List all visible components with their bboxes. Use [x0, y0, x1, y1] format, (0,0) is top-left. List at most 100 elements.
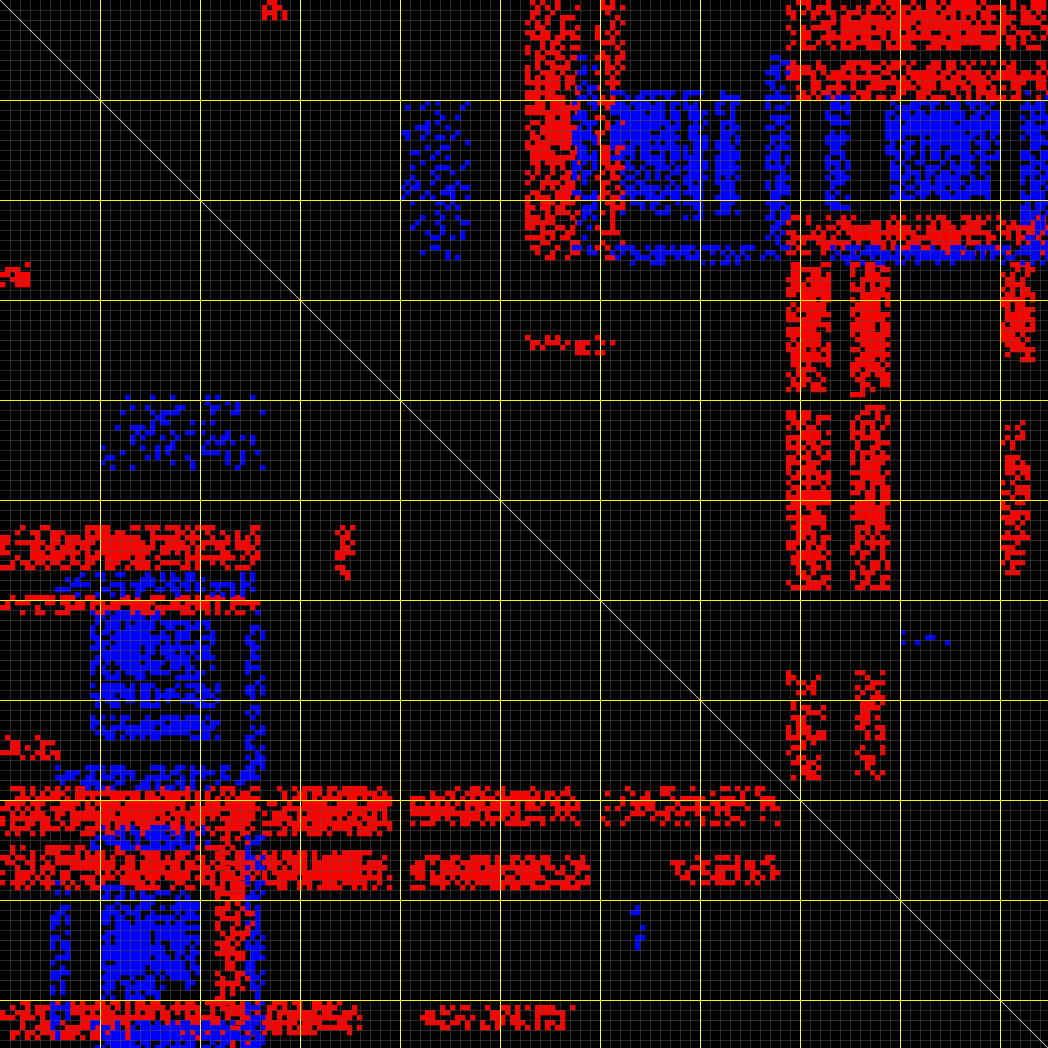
heatmap-cell: [110, 605, 116, 611]
heatmap-cell: [535, 160, 541, 166]
heatmap-cell: [175, 1020, 181, 1026]
heatmap-cell: [220, 545, 226, 551]
heatmap-cell: [870, 570, 876, 576]
heatmap-cell: [140, 850, 146, 856]
heatmap-cell: [75, 560, 81, 566]
heatmap-cell: [277, 1010, 283, 1016]
heatmap-cell: [20, 560, 26, 566]
heatmap-cell: [951, 80, 957, 86]
heatmap-cell: [125, 821, 131, 827]
heatmap-cell: [235, 811, 241, 817]
heatmap-cell: [145, 550, 151, 556]
heatmap-cell: [140, 605, 146, 611]
heatmap-cell: [115, 660, 121, 666]
heatmap-cell: [345, 575, 351, 581]
heatmap-cell: [225, 871, 231, 877]
heatmap-cell: [297, 860, 303, 866]
heatmap-cell: [855, 485, 861, 491]
heatmap-cell: [860, 312, 866, 318]
heatmap-cell: [440, 1025, 446, 1031]
heatmap-cell: [565, 880, 571, 886]
heatmap-cell: [220, 1030, 226, 1036]
heatmap-cell: [195, 545, 201, 551]
heatmap-cell: [560, 185, 566, 191]
heatmap-cell: [875, 277, 881, 283]
heatmap-cell: [490, 880, 496, 886]
heatmap-cell: [811, 327, 817, 333]
heatmap-cell: [317, 885, 323, 891]
heatmap-cell: [851, 70, 857, 76]
heatmap-cell: [125, 655, 131, 661]
heatmap-cell: [1011, 45, 1017, 51]
heatmap-cell: [155, 870, 161, 876]
heatmap-cell: [850, 420, 856, 426]
heatmap-cell: [971, 30, 977, 36]
heatmap-cell: [40, 811, 46, 817]
heatmap-cell: [855, 357, 861, 363]
heatmap-cell: [105, 655, 111, 661]
heatmap-cell: [135, 610, 141, 616]
heatmap-cell: [575, 860, 581, 866]
heatmap-cell: [225, 941, 231, 947]
heatmap-cell: [550, 60, 556, 66]
heatmap-cell: [991, 235, 997, 241]
heatmap-cell: [215, 683, 221, 689]
heatmap-cell: [505, 1005, 511, 1011]
heatmap-cell: [342, 821, 348, 827]
heatmap-cell: [851, 65, 857, 71]
heatmap-cell: [535, 245, 541, 251]
heatmap-cell: [357, 791, 363, 797]
heatmap-cell: [585, 340, 591, 346]
heatmap-cell: [525, 145, 531, 151]
heatmap-cell: [855, 510, 861, 516]
heatmap-cell: [860, 670, 866, 676]
heatmap-cell: [1025, 267, 1031, 273]
heatmap-cell: [225, 540, 231, 546]
heatmap-cell: [865, 322, 871, 328]
heatmap-cell: [60, 530, 66, 536]
heatmap-cell: [450, 855, 456, 861]
heatmap-cell: [90, 1035, 96, 1041]
heatmap-cell: [885, 362, 891, 368]
heatmap-cell: [535, 80, 541, 86]
heatmap-cell: [865, 460, 871, 466]
heatmap-cell: [40, 855, 46, 861]
heatmap-cell: [855, 715, 861, 721]
heatmap-cell: [40, 821, 46, 827]
heatmap-cell: [811, 342, 817, 348]
heatmap-cell: [860, 327, 866, 333]
heatmap-cell: [811, 505, 817, 511]
heatmap-cell: [615, 70, 621, 76]
heatmap-cell: [50, 750, 56, 756]
heatmap-cell: [931, 95, 937, 101]
heatmap-cell: [190, 683, 196, 689]
heatmap-cell: [725, 855, 731, 861]
heatmap-cell: [65, 1030, 71, 1036]
heatmap-cell: [811, 685, 817, 691]
heatmap-cell: [891, 215, 897, 221]
heatmap-cell: [595, 245, 601, 251]
heatmap-cell: [70, 801, 76, 807]
heatmap-cell: [55, 850, 61, 856]
heatmap-cell: [515, 880, 521, 886]
heatmap-cell: [175, 545, 181, 551]
heatmap-cell: [1010, 322, 1016, 328]
heatmap-cell: [465, 811, 471, 817]
heatmap-cell: [140, 565, 146, 571]
heatmap-cell: [535, 55, 541, 61]
heatmap-cell: [870, 352, 876, 358]
heatmap-cell: [352, 811, 358, 817]
heatmap-cell: [961, 35, 967, 41]
heatmap-cell: [560, 870, 566, 876]
heatmap-cell: [90, 610, 96, 616]
heatmap-cell: [540, 155, 546, 161]
heatmap-cell: [410, 801, 416, 807]
heatmap-cell: [45, 1005, 51, 1011]
heatmap-cell: [1020, 550, 1026, 556]
heatmap-cell: [195, 811, 201, 817]
heatmap-cell: [1015, 267, 1021, 273]
heatmap-cell: [387, 885, 393, 891]
heatmap-cell: [560, 210, 566, 216]
heatmap-cell: [120, 640, 126, 646]
heatmap-cell: [145, 821, 151, 827]
